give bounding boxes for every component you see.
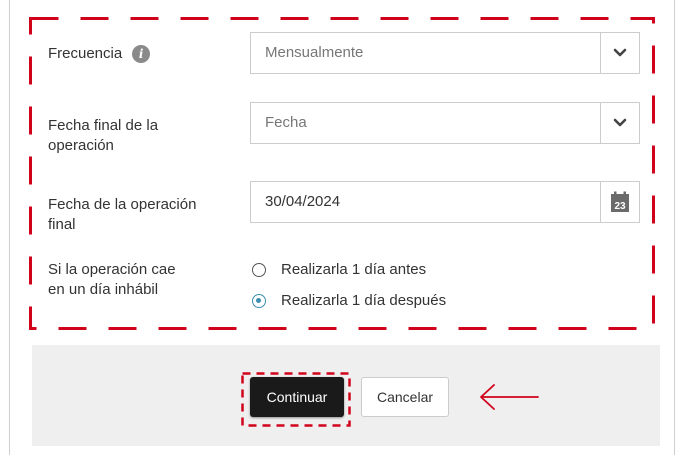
frequency-label: Frecuencia — [48, 45, 123, 62]
radio-label-after: Realizarla 1 día después — [281, 292, 447, 309]
end-date-label: Fecha de la operación final — [48, 195, 196, 235]
cancel-button[interactable]: Cancelar — [361, 377, 449, 417]
end-date-type-select-value: Fecha — [265, 114, 307, 131]
frequency-label-group: Frecuencia i — [48, 44, 151, 64]
end-date-label-line2: final — [48, 216, 76, 233]
chevron-down-icon[interactable] — [600, 103, 639, 143]
end-date-type-label: Fecha final de la operación — [48, 116, 158, 156]
end-date-label-line1: Fecha de la operación — [48, 196, 197, 213]
end-date-row: Fecha de la operación final 30/04/2024 2… — [48, 181, 642, 237]
frequency-select[interactable]: Mensualmente — [250, 32, 640, 74]
radio-label-before: Realizarla 1 día antes — [281, 261, 427, 278]
calendar-icon[interactable]: 23 — [600, 182, 639, 222]
radio-option-after[interactable]: Realizarla 1 día después — [252, 292, 446, 309]
non-business-day-label-line1: Si la operación cae — [48, 261, 176, 278]
arrow-left-icon — [480, 384, 539, 410]
radio-button-after[interactable] — [252, 293, 266, 308]
continue-button[interactable]: Continuar — [250, 377, 344, 417]
non-business-day-label-line2: en un día inhábil — [48, 281, 159, 298]
end-date-type-label-line1: Fecha final de la — [48, 117, 159, 134]
end-date-type-select[interactable]: Fecha — [250, 102, 640, 144]
calendar-day-text: 23 — [614, 201, 626, 212]
end-date-input[interactable]: 30/04/2024 23 — [250, 181, 640, 223]
end-date-type-row: Fecha final de la operación Fecha — [48, 102, 642, 158]
radio-button-before[interactable] — [252, 262, 266, 277]
info-icon[interactable]: i — [132, 45, 151, 64]
radio-option-before[interactable]: Realizarla 1 día antes — [252, 261, 426, 278]
chevron-down-icon[interactable] — [600, 33, 639, 73]
end-date-value: 30/04/2024 — [265, 193, 341, 210]
end-date-type-label-line2: operación — [48, 137, 114, 154]
frequency-row: Frecuencia i Mensualmente — [48, 32, 642, 74]
frequency-select-value: Mensualmente — [265, 44, 364, 61]
non-business-day-row: Si la operación cae en un día inhábil Re… — [48, 258, 642, 318]
non-business-day-label: Si la operación cae en un día inhábil — [48, 260, 176, 300]
